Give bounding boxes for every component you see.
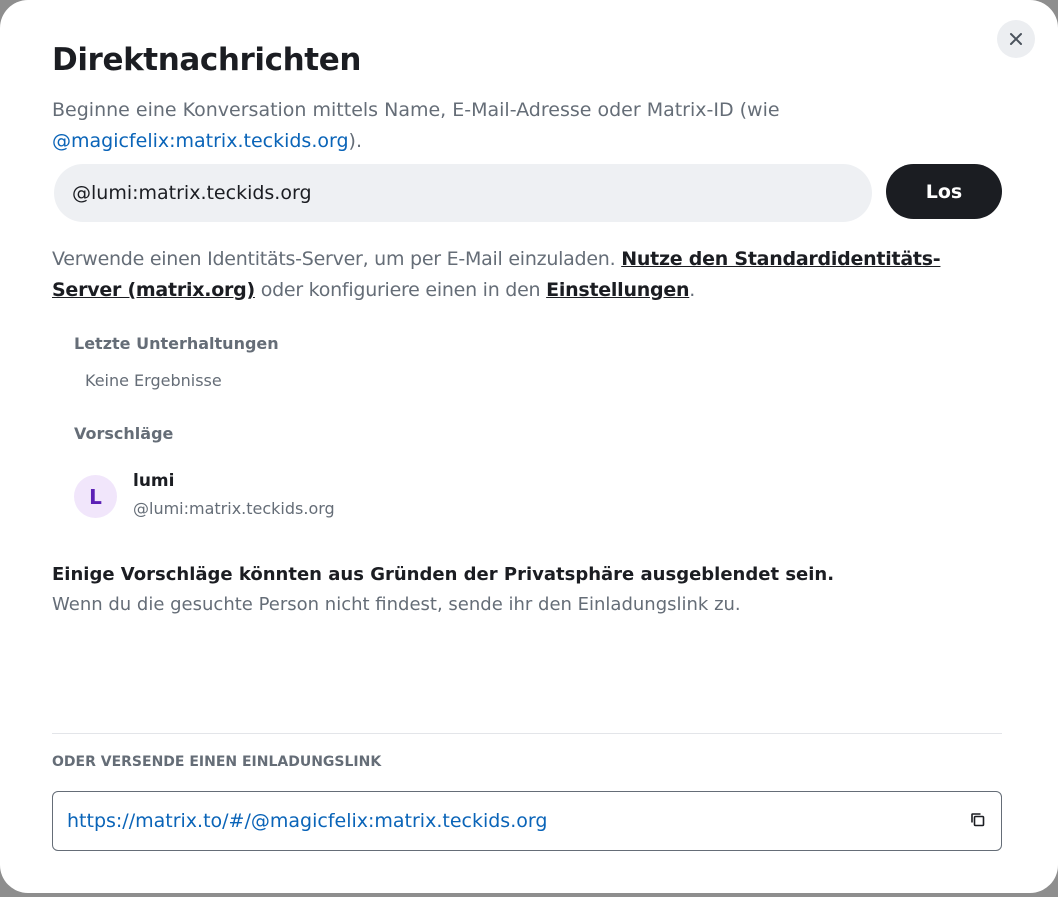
privacy-notice-text: Wenn du die gesuchte Person nicht findes… [52, 594, 741, 615]
invite-link-box: https://matrix.to/#/@magicfelix:matrix.t… [52, 791, 1002, 851]
divider [52, 733, 1002, 734]
identity-server-notice: Verwende einen Identitäts-Server, um per… [52, 244, 997, 306]
identity-text-middle: oder konfiguriere einen in den [260, 279, 541, 301]
recent-conversations-heading: Letzte Unterhaltungen [74, 334, 279, 353]
suggestion-user-id: @lumi:matrix.teckids.org [133, 499, 335, 518]
no-results-text: Keine Ergebnisse [85, 371, 222, 390]
direct-messages-dialog: Direktnachrichten Beginne eine Konversat… [0, 0, 1058, 893]
identity-text-end: . [689, 279, 696, 301]
dialog-title: Direktnachrichten [52, 42, 362, 78]
invite-link-heading: ODER VERSENDE EINEN EINLADUNGSLINK [52, 754, 382, 770]
go-button[interactable]: Los [886, 164, 1002, 219]
invite-link[interactable]: https://matrix.to/#/@magicfelix:matrix.t… [67, 810, 547, 832]
dialog-intro: Beginne eine Konversation mittels Name, … [52, 95, 982, 157]
copy-icon[interactable] [969, 811, 987, 829]
suggestion-item[interactable]: L lumi @lumi:matrix.teckids.org [68, 466, 488, 526]
suggestion-name: lumi [133, 471, 175, 491]
close-button[interactable] [997, 20, 1035, 58]
example-user-link[interactable]: @magicfelix:matrix.teckids.org [52, 130, 349, 152]
search-input[interactable] [70, 181, 854, 205]
suggestions-heading: Vorschläge [74, 424, 174, 443]
close-icon [1010, 33, 1022, 45]
settings-link[interactable]: Einstellungen [546, 279, 689, 301]
intro-text: Beginne eine Konversation mittels Name, … [52, 99, 780, 121]
privacy-notice-title: Einige Vorschläge könnten aus Gründen de… [52, 564, 835, 585]
identity-text-before: Verwende einen Identitäts-Server, um per… [52, 248, 616, 270]
avatar: L [74, 475, 117, 518]
search-field-container [54, 164, 872, 222]
intro-end: ). [348, 130, 362, 152]
